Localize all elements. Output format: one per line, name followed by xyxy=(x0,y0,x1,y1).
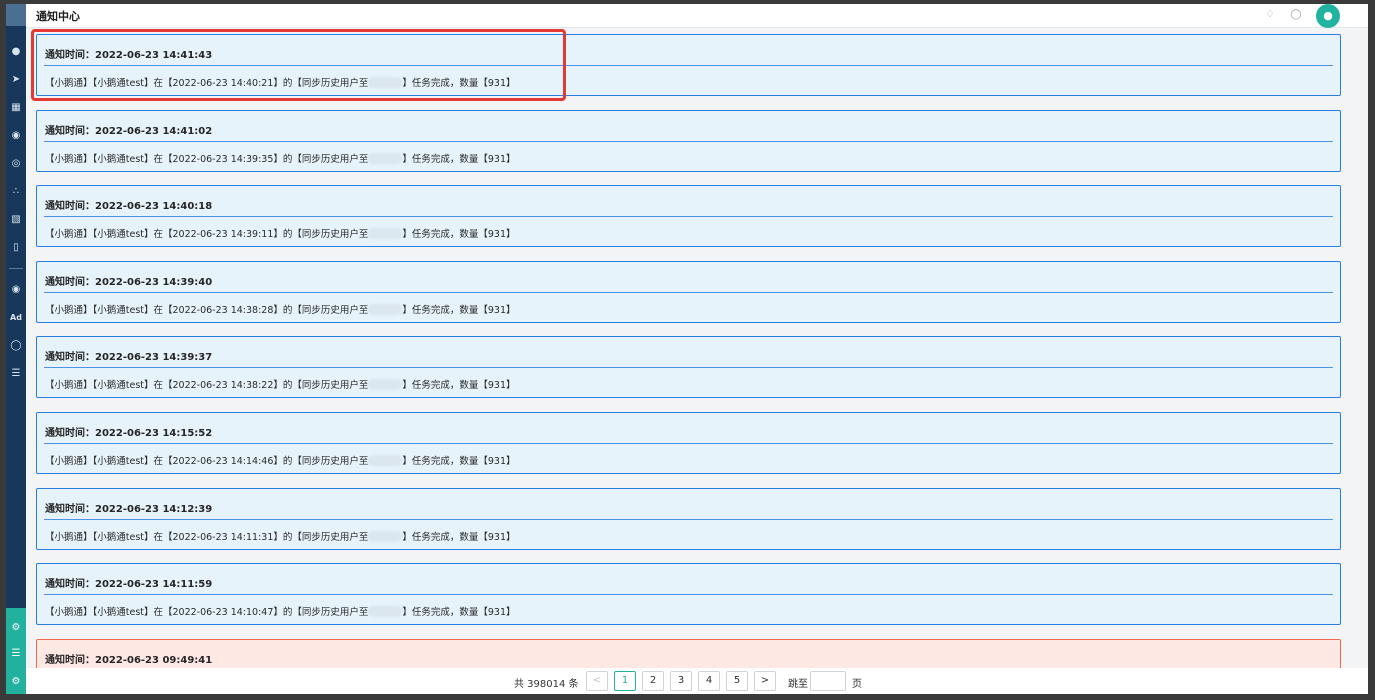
notice-divider xyxy=(44,367,1333,369)
page-button-4[interactable]: 4 xyxy=(698,671,720,691)
users-icon[interactable]: ◎ xyxy=(8,156,24,172)
page-button-5[interactable]: 5 xyxy=(726,671,748,691)
notice-card: 通知时间：2022-06-23 14:39:37 【小鹅通】【小鹅通test】在… xyxy=(36,336,1341,399)
app-window: ● ➤ ▦ ◉ ◎ ∴ ▧ ▯ ◉ Ad ◯ ☰ ⚙ ☰ ⚙ 通知中心 ♢ ◯ … xyxy=(6,4,1368,694)
notice-time: 通知时间：2022-06-23 14:11:59 xyxy=(45,579,213,591)
send-icon[interactable]: ➤ xyxy=(8,72,24,88)
notice-list: 通知时间：2022-06-23 14:41:43 【小鹅通】【小鹅通test】在… xyxy=(36,34,1341,694)
notice-card: 通知时间：2022-06-23 14:39:40 【小鹅通】【小鹅通test】在… xyxy=(36,260,1341,323)
notice-time: 通知时间：2022-06-23 14:41:02 xyxy=(45,125,213,137)
notice-time: 通知时间：2022-06-23 09:49:41 xyxy=(45,654,213,666)
notice-message-suffix: 】任务完成，数量【931】 xyxy=(402,455,516,467)
notice-card: 通知时间：2022-06-23 14:41:02 【小鹅通】【小鹅通test】在… xyxy=(36,109,1341,172)
page-button-3[interactable]: 3 xyxy=(670,671,692,691)
circle-icon[interactable]: ◯ xyxy=(8,338,24,354)
ad-icon[interactable]: Ad xyxy=(8,310,24,326)
sidebar-divider xyxy=(9,268,23,269)
jump-label: 跳至 xyxy=(788,679,808,690)
notice-message-suffix: 】任务完成，数量【931】 xyxy=(402,78,516,89)
notice-message-suffix: 】任务完成，数量【931】 xyxy=(402,153,516,165)
notice-card: 通知时间：2022-06-23 14:12:39 【小鹅通】【小鹅通test】在… xyxy=(36,487,1341,550)
redacted-text xyxy=(368,152,403,164)
page-title: 通知中心 xyxy=(36,10,80,23)
notice-message: 【小鹅通】【小鹅通test】在【2022-06-23 14:38:22】的【同步… xyxy=(45,377,516,391)
user-icon[interactable]: ◉ xyxy=(8,128,24,144)
menu-icon[interactable]: ☰ xyxy=(8,646,24,662)
prev-page-button[interactable]: < xyxy=(586,671,608,691)
notice-message: 【小鹅通】【小鹅通test】在【2022-06-23 14:40:21】的【同步… xyxy=(45,75,516,89)
redacted-text xyxy=(368,530,403,542)
list-icon[interactable]: ☰ xyxy=(8,366,24,382)
notice-message-text: 【小鹅通】【小鹅通test】在【2022-06-23 14:11:31】的【同步… xyxy=(45,531,369,543)
notice-message-suffix: 】任务完成，数量【931】 xyxy=(402,380,516,392)
redacted-text xyxy=(368,228,403,240)
notice-time: 通知时间：2022-06-23 14:40:18 xyxy=(45,201,213,213)
sidebar: ● ➤ ▦ ◉ ◎ ∴ ▧ ▯ ◉ Ad ◯ ☰ ⚙ ☰ ⚙ xyxy=(6,4,26,694)
jump-page-input[interactable] xyxy=(810,671,846,691)
notice-message-suffix: 】任务完成，数量【931】 xyxy=(402,531,516,543)
group-icon[interactable]: ∴ xyxy=(8,184,24,200)
bookmark-icon[interactable]: ▧ xyxy=(8,212,24,228)
notice-divider xyxy=(44,594,1333,596)
notice-divider xyxy=(44,65,1333,66)
notice-message-text: 【小鹅通】【小鹅通test】在【2022-06-23 14:40:21】的【同步… xyxy=(45,78,369,89)
notice-card: 通知时间：2022-06-23 14:11:59 【小鹅通】【小鹅通test】在… xyxy=(36,563,1341,626)
notice-message-suffix: 】任务完成，数量【931】 xyxy=(402,607,516,619)
notice-message-text: 【小鹅通】【小鹅通test】在【2022-06-23 14:38:22】的【同步… xyxy=(45,380,369,392)
page-button-1[interactable]: 1 xyxy=(614,671,636,691)
total-count: 共 398014 条 xyxy=(514,679,579,690)
redacted-text xyxy=(368,606,403,618)
notice-divider xyxy=(44,442,1333,444)
redacted-text xyxy=(368,379,403,391)
notice-message-text: 【小鹅通】【小鹅通test】在【2022-06-23 14:10:47】的【同步… xyxy=(45,607,369,619)
page-unit-label: 页 xyxy=(852,679,862,690)
notice-time: 通知时间：2022-06-23 14:39:37 xyxy=(45,352,213,364)
notice-divider xyxy=(44,518,1333,520)
settings-icon[interactable]: ⚙ xyxy=(8,620,24,636)
next-page-button[interactable]: > xyxy=(754,671,776,691)
notice-time: 通知时间：2022-06-23 14:12:39 xyxy=(45,503,213,515)
dashboard-icon[interactable]: ● xyxy=(8,44,24,60)
chart-icon[interactable]: ▯ xyxy=(8,240,24,256)
user-avatar-icon[interactable]: ● xyxy=(1316,4,1340,28)
gear-icon[interactable]: ⚙ xyxy=(8,674,24,690)
notice-divider xyxy=(44,140,1333,142)
notice-time: 通知时间：2022-06-23 14:15:52 xyxy=(45,427,213,439)
sidebar-bottom: ⚙ ☰ ⚙ xyxy=(6,608,26,694)
notice-message-suffix: 】任务完成，数量【931】 xyxy=(402,304,516,316)
chat-icon[interactable]: ◯ xyxy=(1290,9,1302,21)
notice-message: 【小鹅通】【小鹅通test】在【2022-06-23 14:38:28】的【同步… xyxy=(45,302,516,316)
notice-time: 通知时间：2022-06-23 14:41:43 xyxy=(45,50,213,61)
table-icon[interactable]: ▦ xyxy=(8,100,24,116)
wechat-icon[interactable]: ◉ xyxy=(8,282,24,298)
notice-message: 【小鹅通】【小鹅通test】在【2022-06-23 14:39:35】的【同步… xyxy=(45,151,516,165)
notice-message: 【小鹅通】【小鹅通test】在【2022-06-23 14:14:46】的【同步… xyxy=(45,453,516,467)
notice-message: 【小鹅通】【小鹅通test】在【2022-06-23 14:10:47】的【同步… xyxy=(45,604,516,618)
notice-divider xyxy=(44,216,1333,218)
notice-time: 通知时间：2022-06-23 14:39:40 xyxy=(45,276,213,288)
notice-card: 通知时间：2022-06-23 14:41:43 【小鹅通】【小鹅通test】在… xyxy=(36,34,1341,96)
pagination: 共 398014 条 < 1 2 3 4 5 > 跳至 页 xyxy=(26,668,1368,694)
bell-icon[interactable]: ♢ xyxy=(1264,9,1276,21)
notice-card: 通知时间：2022-06-23 14:40:18 【小鹅通】【小鹅通test】在… xyxy=(36,185,1341,248)
notice-message-text: 【小鹅通】【小鹅通test】在【2022-06-23 14:39:35】的【同步… xyxy=(45,153,369,165)
redacted-text xyxy=(368,77,403,88)
notice-card: 通知时间：2022-06-23 14:15:52 【小鹅通】【小鹅通test】在… xyxy=(36,411,1341,474)
notice-divider xyxy=(44,291,1333,293)
notice-message-text: 【小鹅通】【小鹅通test】在【2022-06-23 14:14:46】的【同步… xyxy=(45,455,369,467)
notice-message-suffix: 】任务完成，数量【931】 xyxy=(402,229,516,241)
sidebar-logo xyxy=(6,4,26,26)
page-button-2[interactable]: 2 xyxy=(642,671,664,691)
top-header: 通知中心 ♢ ◯ ● xyxy=(26,4,1368,28)
notice-message: 【小鹅通】【小鹅通test】在【2022-06-23 14:39:11】的【同步… xyxy=(45,226,516,240)
redacted-text xyxy=(368,303,403,315)
notice-message: 【小鹅通】【小鹅通test】在【2022-06-23 14:11:31】的【同步… xyxy=(45,529,516,543)
redacted-text xyxy=(368,454,403,466)
notice-message-text: 【小鹅通】【小鹅通test】在【2022-06-23 14:38:28】的【同步… xyxy=(45,304,369,316)
notice-message-text: 【小鹅通】【小鹅通test】在【2022-06-23 14:39:11】的【同步… xyxy=(45,229,369,241)
